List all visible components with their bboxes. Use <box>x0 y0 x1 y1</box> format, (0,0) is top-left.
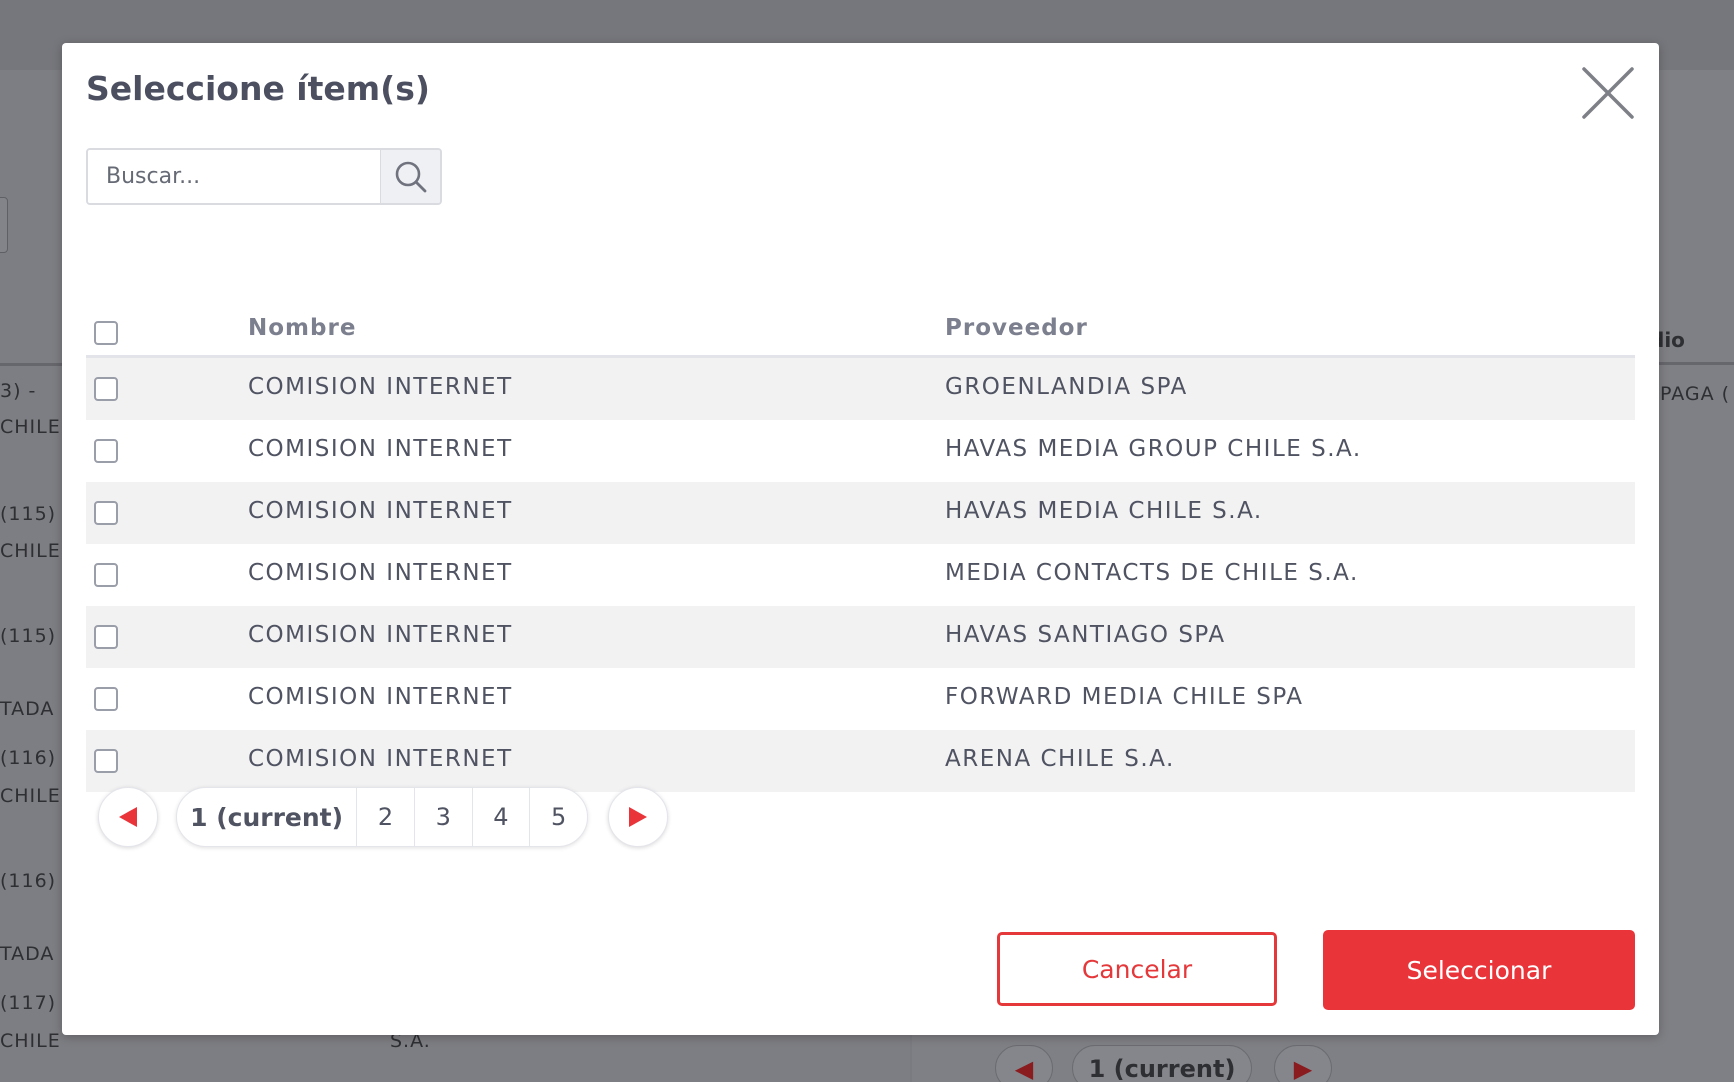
caret-right-icon <box>629 807 647 827</box>
page-2[interactable]: 2 <box>356 788 414 846</box>
background-text: (116) - <box>0 870 71 892</box>
select-button[interactable]: Seleccionar <box>1323 930 1635 1010</box>
cell-name: COMISION INTERNET <box>248 374 513 400</box>
row-checkbox[interactable] <box>94 501 118 525</box>
cell-provider: MEDIA CONTACTS DE CHILE S.A. <box>945 560 1359 586</box>
prev-page-button[interactable] <box>98 787 158 847</box>
background-divider <box>1655 362 1734 365</box>
select-all-checkbox[interactable] <box>94 321 118 345</box>
page-list: 1 (current) 2 3 4 5 <box>176 787 588 847</box>
cell-name: COMISION INTERNET <box>248 498 513 524</box>
page-current[interactable]: 1 (current) <box>177 788 356 846</box>
table-row[interactable]: COMISION INTERNET HAVAS MEDIA CHILE S.A. <box>86 482 1635 544</box>
close-button[interactable] <box>1580 65 1636 121</box>
background-text: (115) - <box>0 503 71 525</box>
caret-left-icon <box>119 807 137 827</box>
cell-provider: HAVAS SANTIAGO SPA <box>945 622 1226 648</box>
background-text: CHILE <box>0 1030 61 1052</box>
row-checkbox[interactable] <box>94 563 118 587</box>
row-checkbox[interactable] <box>94 439 118 463</box>
cell-name: COMISION INTERNET <box>248 684 513 710</box>
modal-title: Seleccione ítem(s) <box>86 69 430 108</box>
background-text: 3) - <box>0 380 37 402</box>
cell-provider: ARENA CHILE S.A. <box>945 746 1175 772</box>
background-text: CHILE) <box>0 416 70 438</box>
column-header-name: Nombre <box>248 315 357 341</box>
table-row[interactable]: COMISION INTERNET MEDIA CONTACTS DE CHIL… <box>86 544 1635 606</box>
background-text: PAGA ( <box>1660 383 1731 405</box>
background-text: (115) - <box>0 625 71 647</box>
search-icon <box>395 161 426 192</box>
background-text: TADA <box>0 698 55 720</box>
select-items-modal: Seleccione ítem(s) Nombre Proveedor COMI… <box>62 43 1659 1035</box>
background-next-arrow: ▶ <box>1274 1045 1332 1082</box>
search-input[interactable] <box>88 150 380 203</box>
row-checkbox[interactable] <box>94 687 118 711</box>
search-box <box>86 148 442 205</box>
close-icon <box>1582 67 1634 119</box>
cell-name: COMISION INTERNET <box>248 622 513 648</box>
row-checkbox[interactable] <box>94 625 118 649</box>
background-prev-arrow: ◀ <box>995 1045 1053 1082</box>
cell-provider: GROENLANDIA SPA <box>945 374 1188 400</box>
background-pager-current: 1 (current) <box>1072 1045 1252 1082</box>
background-text: CHILE <box>0 540 61 562</box>
table-row[interactable]: COMISION INTERNET HAVAS SANTIAGO SPA <box>86 606 1635 668</box>
background-divider <box>0 363 62 366</box>
table-row[interactable]: COMISION INTERNET GROENLANDIA SPA <box>86 358 1635 420</box>
cell-provider: FORWARD MEDIA CHILE SPA <box>945 684 1304 710</box>
background-text: CHILE <box>0 785 61 807</box>
background-edge-button <box>0 197 8 253</box>
table-row[interactable]: COMISION INTERNET HAVAS MEDIA GROUP CHIL… <box>86 420 1635 482</box>
items-table: Nombre Proveedor COMISION INTERNET GROEN… <box>86 303 1635 792</box>
page-3[interactable]: 3 <box>413 788 472 846</box>
background-text: (116) - <box>0 747 71 769</box>
cell-name: COMISION INTERNET <box>248 436 513 462</box>
page-5[interactable]: 5 <box>529 788 587 846</box>
cell-provider: HAVAS MEDIA CHILE S.A. <box>945 498 1263 524</box>
table-row[interactable]: COMISION INTERNET FORWARD MEDIA CHILE SP… <box>86 668 1635 730</box>
cell-name: COMISION INTERNET <box>248 746 513 772</box>
background-text: (117) - <box>0 992 71 1014</box>
row-checkbox[interactable] <box>94 749 118 773</box>
search-button[interactable] <box>380 150 440 203</box>
column-header-provider: Proveedor <box>945 315 1088 341</box>
background-text: TADA <box>0 943 55 965</box>
table-row[interactable]: COMISION INTERNET ARENA CHILE S.A. <box>86 730 1635 792</box>
cell-name: COMISION INTERNET <box>248 560 513 586</box>
table-header: Nombre Proveedor <box>86 303 1635 358</box>
row-checkbox[interactable] <box>94 377 118 401</box>
next-page-button[interactable] <box>608 787 668 847</box>
page-4[interactable]: 4 <box>471 788 530 846</box>
cell-provider: HAVAS MEDIA GROUP CHILE S.A. <box>945 436 1362 462</box>
cancel-button[interactable]: Cancelar <box>997 932 1277 1006</box>
